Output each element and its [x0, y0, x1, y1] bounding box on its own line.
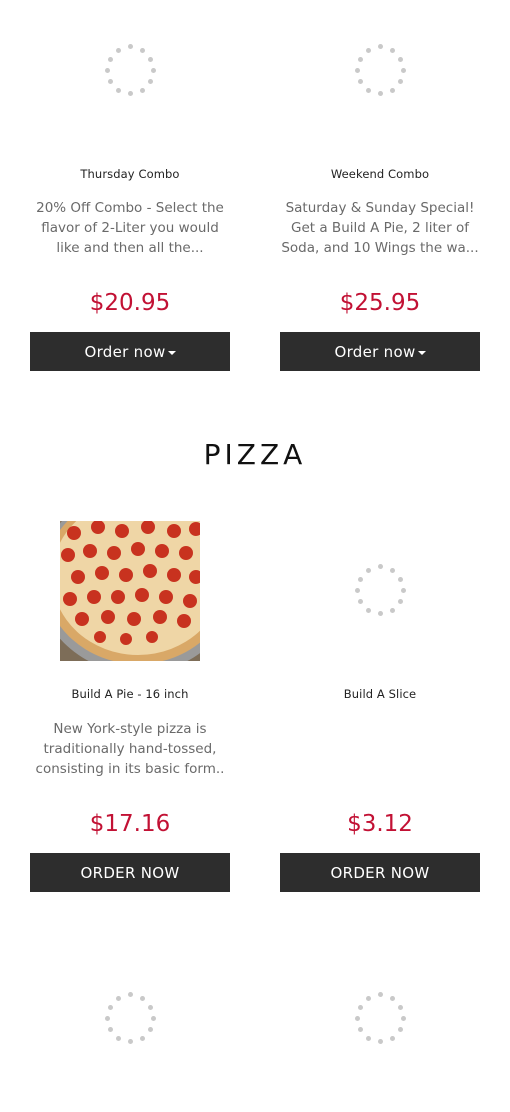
loading-spinner-icon	[104, 992, 156, 1044]
item-price: $25.95	[339, 290, 421, 316]
pepperoni-pizza-photo[interactable]	[60, 521, 200, 661]
item-name: Thursday Combo	[80, 167, 180, 181]
item-name: Build A Slice	[343, 687, 417, 701]
caret-down-icon	[167, 350, 176, 355]
loading-spinner-icon	[354, 992, 406, 1044]
order-now-button[interactable]: Order now	[280, 332, 480, 371]
caret-down-icon	[417, 350, 426, 355]
loading-spinner-icon	[354, 44, 406, 96]
loading-spinner-icon	[354, 564, 406, 616]
item-price: $20.95	[89, 290, 171, 316]
menu-item-card[interactable]: Build A Slice $3.12 ORDER NOW	[280, 500, 480, 900]
loading-spinner-icon	[104, 44, 156, 96]
item-description: 20% Off Combo - Select the flavor of 2-L…	[36, 200, 224, 256]
section-title: PIZZA	[203, 438, 307, 471]
menu-item-card[interactable]	[30, 980, 230, 1112]
order-now-button[interactable]: Order now	[30, 332, 230, 371]
order-button-label: Order now	[334, 342, 416, 361]
item-price: $3.12	[347, 811, 413, 837]
item-description: Saturday & Sunday Special! Get a Build A…	[281, 200, 479, 256]
menu-item-card[interactable]: Weekend Combo Saturday & Sunday Special!…	[280, 0, 480, 380]
menu-item-card[interactable]: Thursday Combo 20% Off Combo - Select th…	[30, 0, 230, 380]
order-now-button[interactable]: ORDER NOW	[280, 853, 480, 892]
item-name: Weekend Combo	[330, 167, 430, 181]
menu-item-card[interactable]	[280, 980, 480, 1112]
menu-item-card[interactable]: Build A Pie - 16 inch New York-style piz…	[30, 500, 230, 900]
order-now-button[interactable]: ORDER NOW	[30, 853, 230, 892]
item-name: Build A Pie - 16 inch	[71, 687, 189, 701]
item-description: New York-style pizza is traditionally ha…	[35, 721, 225, 777]
order-button-label: Order now	[84, 342, 166, 361]
item-price: $17.16	[89, 811, 171, 837]
